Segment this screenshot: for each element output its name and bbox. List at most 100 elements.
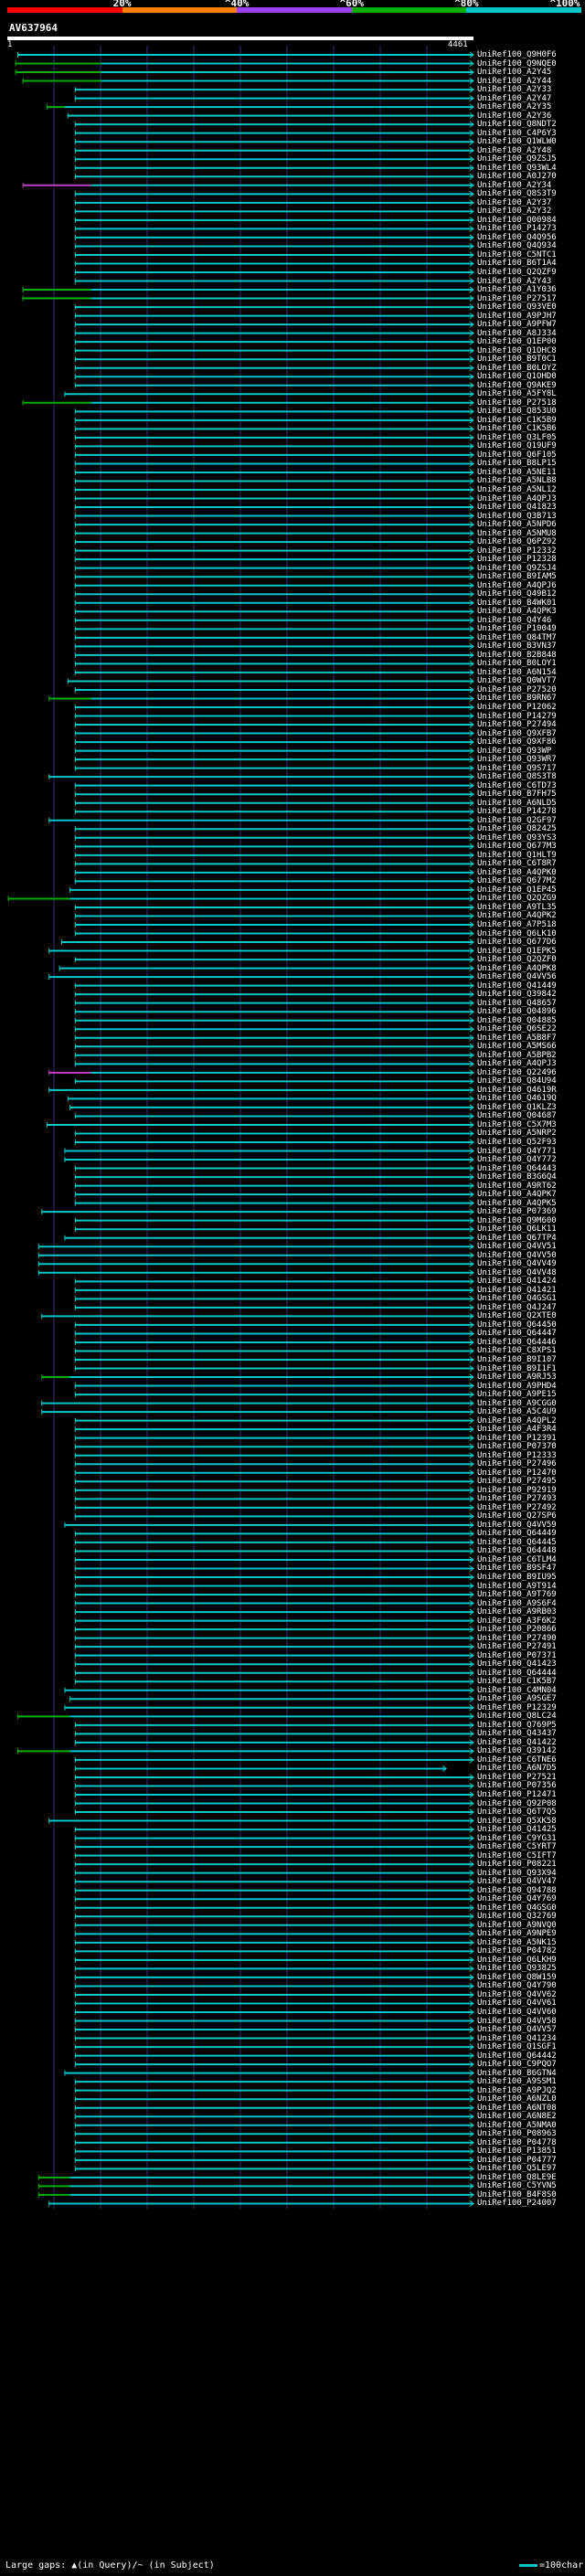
hit-row[interactable] xyxy=(74,617,474,624)
hit-row[interactable] xyxy=(74,756,474,763)
hit-row[interactable] xyxy=(48,1069,474,1076)
hit-row[interactable] xyxy=(64,1687,474,1694)
hit-row[interactable] xyxy=(15,69,474,76)
hit-row[interactable] xyxy=(74,1600,474,1606)
hit-row[interactable] xyxy=(74,486,474,493)
hit-row[interactable] xyxy=(74,1130,474,1137)
hit-label[interactable]: UniRef100_Q8NDT2 xyxy=(477,121,557,129)
hit-row[interactable] xyxy=(74,547,474,555)
hit-row[interactable] xyxy=(69,886,474,894)
hit-row[interactable] xyxy=(74,878,474,885)
hit-row[interactable] xyxy=(74,1060,474,1067)
hit-row[interactable] xyxy=(74,147,474,154)
hit-row[interactable] xyxy=(74,590,474,598)
hit-row[interactable] xyxy=(74,2087,474,2094)
hit-row[interactable] xyxy=(67,112,474,120)
hit-row[interactable] xyxy=(74,1417,474,1425)
hit-label[interactable]: UniRef100_A2Y32 xyxy=(477,207,551,216)
hit-row[interactable] xyxy=(74,1495,474,1502)
hit-label[interactable]: UniRef100_Q4VV47 xyxy=(477,1878,557,1886)
hit-label[interactable]: UniRef100_P24007 xyxy=(477,2200,557,2208)
hit-label[interactable]: UniRef100_Q4VV60 xyxy=(477,2009,557,2017)
hit-row[interactable] xyxy=(22,399,474,407)
hit-label[interactable]: UniRef100_A9RB03 xyxy=(477,1608,557,1617)
hit-label[interactable]: UniRef100_A5MS66 xyxy=(477,1043,557,1051)
hit-row[interactable] xyxy=(74,1556,474,1564)
hit-row[interactable] xyxy=(74,521,474,528)
hit-row[interactable] xyxy=(74,443,474,450)
hit-label[interactable]: UniRef100_Q9ZSJ5 xyxy=(477,155,557,164)
hit-row[interactable] xyxy=(74,1217,474,1224)
hit-row[interactable] xyxy=(74,1478,474,1485)
hit-row[interactable] xyxy=(22,182,474,189)
hit-row[interactable] xyxy=(74,1191,474,1198)
hit-row[interactable] xyxy=(37,1260,474,1267)
hit-label[interactable]: UniRef100_C1K5B6 xyxy=(477,425,557,433)
hit-row[interactable] xyxy=(74,330,474,337)
hit-row[interactable] xyxy=(74,982,474,990)
hit-label[interactable]: UniRef100_A5C4U9 xyxy=(477,1408,557,1416)
hit-row[interactable] xyxy=(74,573,474,580)
hit-row[interactable] xyxy=(74,1531,474,1537)
hit-row[interactable] xyxy=(74,661,474,667)
hit-label[interactable]: UniRef100_Q5LE97 xyxy=(477,2165,557,2173)
hit-row[interactable] xyxy=(74,1835,474,1841)
hit-row[interactable] xyxy=(74,869,474,876)
hit-row[interactable] xyxy=(74,1460,474,1468)
hit-label[interactable]: UniRef100_C6T8R7 xyxy=(477,860,557,868)
hit-label[interactable]: UniRef100_Q43437 xyxy=(477,1730,557,1738)
hit-row[interactable] xyxy=(74,1435,474,1442)
hit-label[interactable]: UniRef100_P12062 xyxy=(477,704,557,712)
hit-row[interactable] xyxy=(74,2165,474,2172)
hit-label[interactable]: UniRef100_P27495 xyxy=(477,1478,557,1486)
hit-row[interactable] xyxy=(74,1287,474,1294)
hit-row[interactable] xyxy=(74,338,474,345)
hit-row[interactable] xyxy=(74,1635,474,1642)
hit-row[interactable] xyxy=(74,834,474,842)
hit-label[interactable]: UniRef100_Q84U94 xyxy=(477,1077,557,1086)
hit-row[interactable] xyxy=(74,2078,474,2085)
hit-label[interactable]: UniRef100_P08221 xyxy=(477,1860,557,1869)
hit-row[interactable] xyxy=(74,504,474,511)
hit-label[interactable]: UniRef100_A7P518 xyxy=(477,921,557,929)
hit-row[interactable] xyxy=(74,991,474,998)
hit-row[interactable] xyxy=(16,1712,474,1720)
hit-row[interactable] xyxy=(74,738,474,746)
hit-row[interactable] xyxy=(60,938,474,946)
hit-label[interactable]: UniRef100_A9SGE7 xyxy=(477,1695,557,1703)
hit-row[interactable] xyxy=(64,390,474,398)
hit-label[interactable]: UniRef100_Q677D6 xyxy=(477,938,557,947)
hit-row[interactable] xyxy=(74,1452,474,1459)
hit-label[interactable]: UniRef100_P12328 xyxy=(477,556,557,564)
hit-label[interactable]: UniRef100_Q04896 xyxy=(477,1008,557,1016)
hit-label[interactable]: UniRef100_Q93VE0 xyxy=(477,303,557,312)
hit-label[interactable]: UniRef100_Q8LC24 xyxy=(477,1712,557,1721)
hit-row[interactable] xyxy=(58,965,474,971)
hit-row[interactable] xyxy=(74,513,474,519)
hit-row[interactable] xyxy=(64,1521,474,1529)
hit-label[interactable]: UniRef100_Q6LK11 xyxy=(477,1225,557,1234)
hit-row[interactable] xyxy=(41,1373,474,1381)
hit-label[interactable]: UniRef100_A9NPE9 xyxy=(477,1930,557,1938)
hit-label[interactable]: UniRef100_P27494 xyxy=(477,721,557,729)
hit-row[interactable] xyxy=(74,2157,474,2164)
hit-row[interactable] xyxy=(74,1165,474,1171)
hit-row[interactable] xyxy=(74,1182,474,1189)
hit-row[interactable] xyxy=(74,1739,474,1746)
hit-row[interactable] xyxy=(74,1643,474,1650)
hit-row[interactable] xyxy=(74,1826,474,1833)
hit-row[interactable] xyxy=(74,1678,474,1685)
hit-label[interactable]: UniRef100_Q1OHD0 xyxy=(477,373,557,381)
hit-row[interactable] xyxy=(74,478,474,484)
hit-row[interactable] xyxy=(74,1565,474,1572)
hit-row[interactable] xyxy=(74,408,474,415)
hit-label[interactable]: UniRef100_Q93WR7 xyxy=(477,756,557,764)
hit-row[interactable] xyxy=(74,121,474,128)
hit-label[interactable]: UniRef100_Q4VV51 xyxy=(477,1243,557,1251)
hit-label[interactable]: UniRef100_Q853U0 xyxy=(477,408,557,416)
hit-row[interactable] xyxy=(74,1321,474,1329)
hit-row[interactable] xyxy=(74,1617,474,1624)
hit-label[interactable]: UniRef100_Q52F93 xyxy=(477,1139,557,1147)
hit-row[interactable] xyxy=(74,1000,474,1007)
hit-row[interactable] xyxy=(74,2130,474,2137)
